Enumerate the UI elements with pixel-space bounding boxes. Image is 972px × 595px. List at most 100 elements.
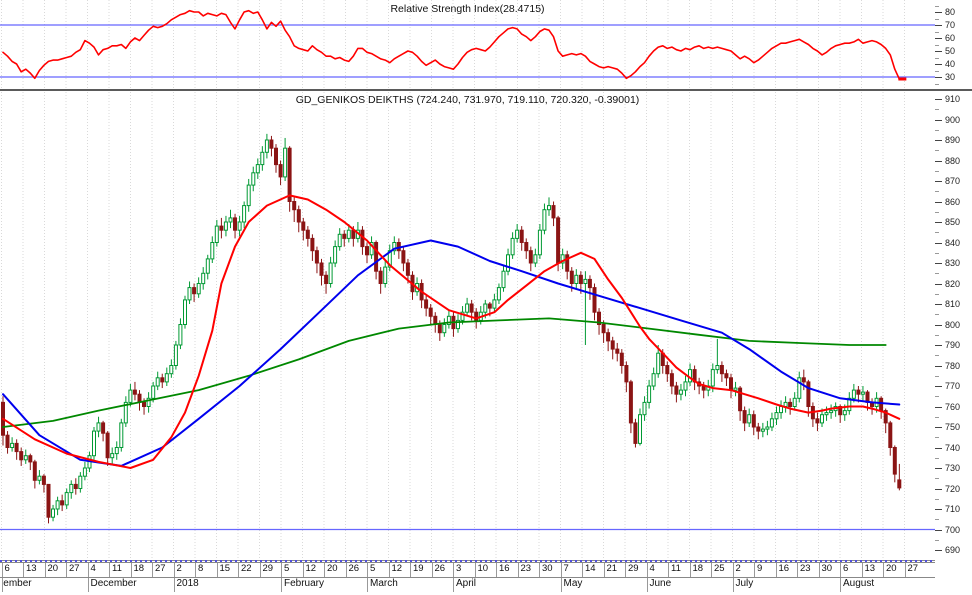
candle-up [82, 467, 87, 477]
price-y-axis: 80 70 60 50 40 30 910 900 890 880 870 860 850 840 830 8… [935, 0, 972, 595]
candle-down [219, 225, 224, 231]
candle-down [806, 381, 811, 407]
y-axis-minor-tick [935, 457, 939, 459]
candle-up [223, 221, 228, 231]
candle-down [365, 246, 369, 256]
y-axis-tick [935, 242, 942, 244]
candle-down [487, 303, 492, 309]
x-axis-month-cell: 2018 [173, 578, 285, 592]
x-axis-week-label: 27 [904, 563, 936, 577]
candle-up [64, 492, 69, 506]
y-axis-tick [935, 283, 942, 285]
candle-up [747, 414, 752, 424]
y-axis-tick [935, 222, 942, 223]
candle-down [14, 442, 19, 453]
candle-down [879, 397, 884, 412]
chart-window: Relative Strength Index(28.4715) GD_GENI… [0, 0, 972, 595]
candle-up [164, 373, 169, 383]
candle-up [333, 246, 338, 264]
candle-up [792, 397, 797, 407]
y-axis-tick [935, 447, 942, 449]
y-axis-minor-tick [935, 232, 939, 234]
y-axis-minor-tick [935, 129, 939, 131]
y-axis-label: 850 [945, 217, 961, 227]
candle-down [401, 250, 406, 264]
ma-mid-blue [2, 239, 901, 467]
candle-up [69, 483, 74, 494]
y-axis-minor-tick [935, 314, 939, 316]
candle-up [283, 147, 288, 178]
candle-up [383, 266, 388, 285]
y-axis-label: 780 [945, 360, 961, 371]
candle-down [5, 434, 10, 449]
y-axis-minor-tick [935, 416, 939, 418]
candle-up [651, 373, 656, 387]
y-axis-tick [935, 51, 942, 52]
candle-up [110, 453, 115, 459]
candle-down [278, 164, 283, 178]
candle-up [251, 172, 256, 186]
candle-down [305, 229, 310, 239]
y-axis-minor-tick [935, 478, 939, 480]
candle-down [892, 447, 897, 475]
candle-down [601, 324, 606, 334]
candle-down [729, 377, 733, 391]
rsi-title: Relative Strength Index(28.4715) [390, 3, 545, 15]
price-panel[interactable] [0, 92, 935, 562]
y-axis-label: 720 [945, 483, 961, 494]
y-axis-label: 70 [945, 20, 956, 30]
candle-up [78, 475, 83, 490]
y-axis-tick [935, 468, 942, 469]
candle-up [496, 287, 501, 301]
candle-up [151, 385, 156, 399]
candle-up [328, 262, 333, 284]
panel-divider [0, 89, 972, 91]
candle-up [237, 221, 242, 231]
y-axis-tick [935, 324, 942, 326]
y-axis-minor-tick [935, 70, 939, 72]
candle-up [183, 299, 187, 325]
candle-down [674, 385, 679, 395]
y-axis-label: 50 [945, 46, 956, 56]
candle-up [647, 385, 652, 403]
x-axis-month-label: July [735, 578, 754, 589]
x-axis-dates: 6 13 20 27 4 11 18 27 2 8 15 22 29 5 12 20 26 5 12 19 26 3 10 1… [0, 562, 935, 578]
y-axis-tick [935, 550, 942, 551]
candle-down [633, 422, 638, 444]
candle-up [574, 274, 579, 285]
y-axis-minor-tick [935, 519, 939, 521]
candle-down [801, 377, 806, 383]
x-axis-month-cell: February [281, 578, 370, 592]
candle-down [469, 303, 474, 313]
y-axis-minor-tick [935, 57, 939, 59]
y-axis-minor-tick [935, 355, 939, 357]
candle-down [274, 147, 278, 166]
candle-up [465, 303, 470, 313]
candle-up [829, 410, 834, 414]
y-axis-tick [935, 488, 942, 490]
candle-down [665, 365, 670, 375]
y-axis-label: 900 [945, 114, 961, 125]
candle-down [815, 418, 820, 424]
y-axis-minor-tick [935, 109, 939, 111]
candle-down [319, 262, 324, 276]
candle-up [642, 401, 647, 416]
y-axis-label: 770 [945, 381, 961, 391]
x-axis-month-label: 2018 [176, 578, 199, 589]
x-axis-month-label: March [370, 578, 398, 589]
candle-up [779, 406, 783, 414]
y-axis-label: 890 [945, 135, 961, 145]
candle-down [619, 352, 624, 367]
y-axis-label: 820 [945, 278, 961, 289]
candle-down [41, 475, 46, 485]
candle-up [201, 272, 206, 285]
y-axis-label: 830 [945, 258, 961, 268]
candle-up [688, 369, 692, 383]
x-axis-month-label: December [90, 578, 137, 589]
candle-down [565, 254, 570, 272]
candle-down [142, 401, 146, 407]
candle-up [264, 139, 269, 153]
y-axis-minor-tick [935, 293, 939, 295]
candle-up [242, 205, 247, 223]
candle-up [851, 389, 856, 399]
